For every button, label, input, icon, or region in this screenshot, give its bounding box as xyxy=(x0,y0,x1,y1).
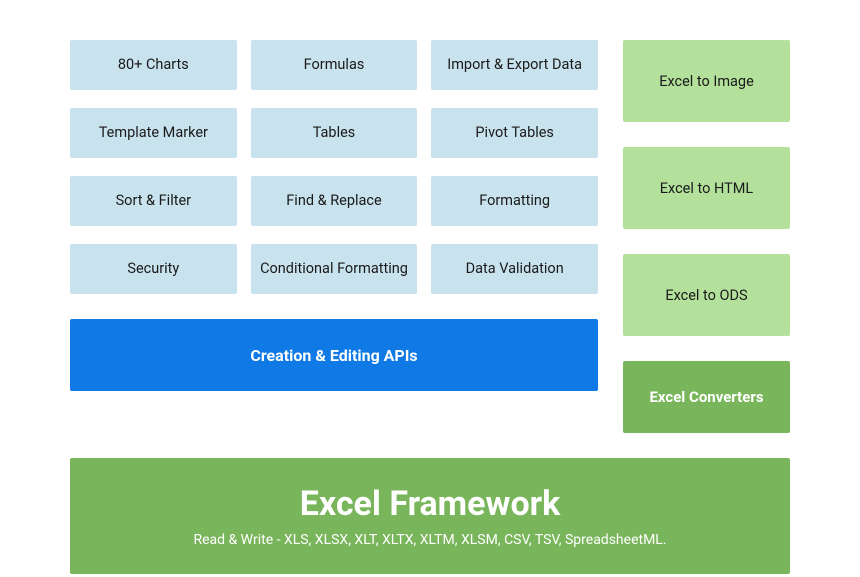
feature-formulas: Formulas xyxy=(251,40,418,90)
excel-converters-header: Excel Converters xyxy=(623,361,790,433)
converter-excel-to-html: Excel to HTML xyxy=(623,147,790,229)
feature-data-validation: Data Validation xyxy=(431,244,598,294)
converter-excel-to-image: Excel to Image xyxy=(623,40,790,122)
feature-conditional-formatting: Conditional Formatting xyxy=(251,244,418,294)
feature-security: Security xyxy=(70,244,237,294)
diagram-container: 80+ Charts Formulas Import & Export Data… xyxy=(70,40,790,574)
converters-column: Excel to Image Excel to HTML Excel to OD… xyxy=(623,40,790,433)
excel-framework-banner: Excel Framework Read & Write - XLS, XLSX… xyxy=(70,458,790,574)
top-row: 80+ Charts Formulas Import & Export Data… xyxy=(70,40,790,433)
feature-formatting: Formatting xyxy=(431,176,598,226)
feature-pivot-tables: Pivot Tables xyxy=(431,108,598,158)
creation-editing-apis-header: Creation & Editing APIs xyxy=(70,319,598,391)
converter-excel-to-ods: Excel to ODS xyxy=(623,254,790,336)
feature-charts: 80+ Charts xyxy=(70,40,237,90)
feature-tables: Tables xyxy=(251,108,418,158)
feature-find-replace: Find & Replace xyxy=(251,176,418,226)
framework-subtitle: Read & Write - XLS, XLSX, XLT, XLTX, XLT… xyxy=(193,532,666,548)
feature-template-marker: Template Marker xyxy=(70,108,237,158)
features-grid: 80+ Charts Formulas Import & Export Data… xyxy=(70,40,598,294)
feature-sort-filter: Sort & Filter xyxy=(70,176,237,226)
framework-title: Excel Framework xyxy=(300,484,561,524)
feature-import-export: Import & Export Data xyxy=(431,40,598,90)
features-column: 80+ Charts Formulas Import & Export Data… xyxy=(70,40,598,433)
